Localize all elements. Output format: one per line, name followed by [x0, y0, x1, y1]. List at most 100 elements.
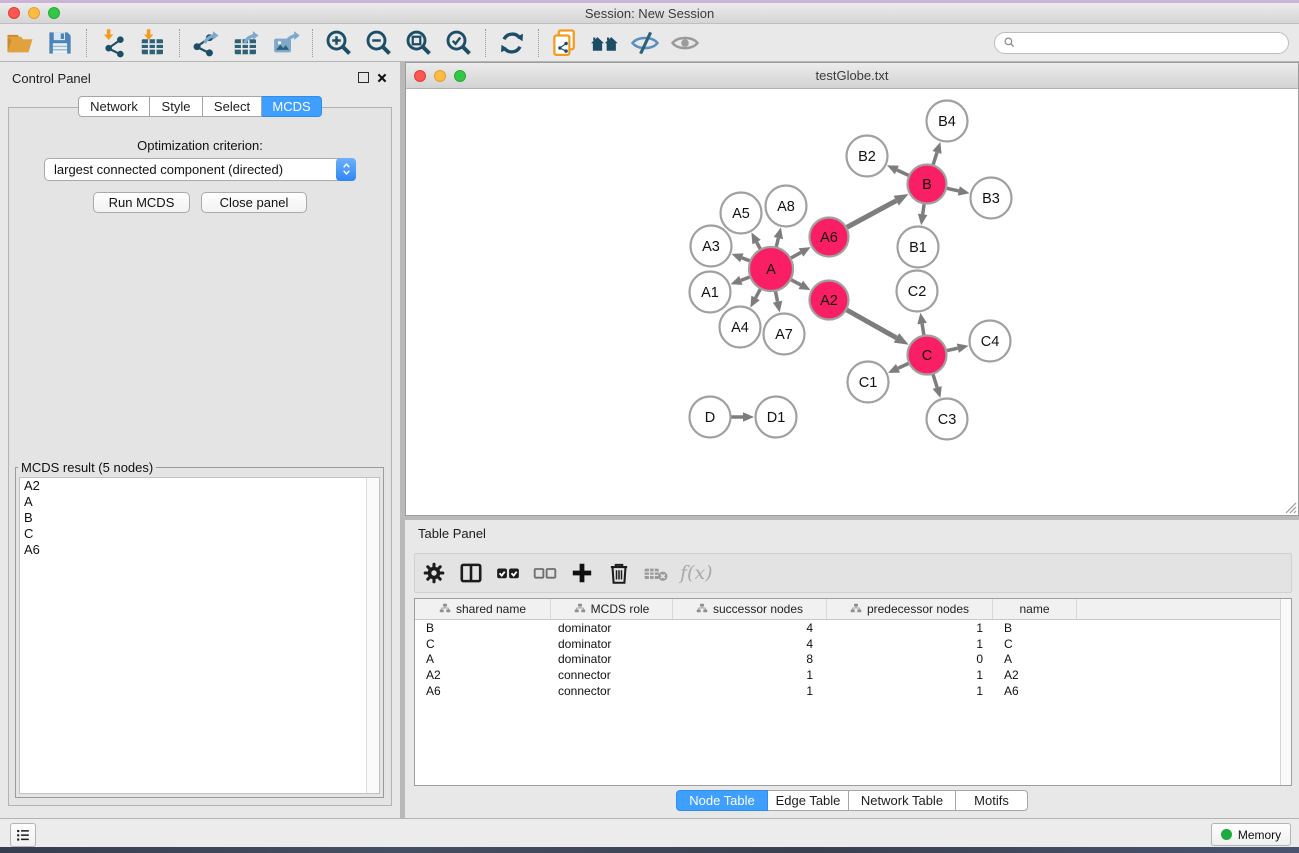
node-A5[interactable]: A5: [721, 193, 762, 234]
tab-edge-table[interactable]: Edge Table: [768, 790, 849, 811]
table-cell[interactable]: 1: [673, 684, 827, 698]
tab-network[interactable]: Network: [78, 96, 150, 117]
table-cell[interactable]: A6: [993, 684, 1077, 698]
node-A[interactable]: A: [749, 247, 793, 291]
settings-button[interactable]: [415, 556, 452, 590]
table-row[interactable]: Cdominator41C: [415, 636, 1291, 652]
delete-rows-button[interactable]: [600, 556, 637, 590]
export-network-button[interactable]: [186, 26, 226, 60]
zoom-out-button[interactable]: [359, 26, 399, 60]
task-history-button[interactable]: [10, 823, 36, 847]
table-cell[interactable]: B: [993, 621, 1077, 635]
table-cell[interactable]: dominator: [551, 652, 673, 666]
tab-style[interactable]: Style: [150, 96, 203, 117]
table-cell[interactable]: dominator: [551, 621, 673, 635]
resize-grip-icon[interactable]: [1284, 501, 1297, 514]
add-column-button[interactable]: [563, 556, 600, 590]
column-header-predecessor-nodes[interactable]: predecessor nodes: [827, 599, 993, 619]
table-cell[interactable]: 1: [827, 668, 993, 682]
node-A1[interactable]: A1: [690, 272, 731, 313]
table-cell[interactable]: A: [993, 652, 1077, 666]
table-row[interactable]: A2connector11A2: [415, 667, 1291, 683]
table-cell[interactable]: 8: [673, 652, 827, 666]
table-cell[interactable]: 4: [673, 621, 827, 635]
table-cell[interactable]: A6: [415, 684, 551, 698]
tab-motifs[interactable]: Motifs: [956, 790, 1028, 811]
column-header-shared-name[interactable]: shared name: [415, 599, 551, 619]
table-row[interactable]: A6connector11A6: [415, 683, 1291, 699]
mcds-result-item[interactable]: A2: [20, 478, 379, 494]
result-list-scrollbar[interactable]: [366, 478, 379, 793]
table-cell[interactable]: 1: [827, 684, 993, 698]
refresh-button[interactable]: [492, 26, 532, 60]
close-panel-icon[interactable]: [376, 72, 388, 84]
export-image-button[interactable]: [266, 26, 306, 60]
deselect-all-button[interactable]: [526, 556, 563, 590]
tab-network-table[interactable]: Network Table: [849, 790, 956, 811]
table-cell[interactable]: B: [415, 621, 551, 635]
new-network-from-selection-button[interactable]: [545, 26, 585, 60]
table-row[interactable]: Adominator80A: [415, 651, 1291, 667]
node-A2[interactable]: A2: [810, 281, 849, 320]
table-row[interactable]: Bdominator41B: [415, 620, 1291, 636]
mcds-result-item[interactable]: B: [20, 510, 379, 526]
table-cell[interactable]: 1: [673, 668, 827, 682]
table-cell[interactable]: C: [993, 637, 1077, 651]
import-table-button[interactable]: [133, 26, 173, 60]
node-D[interactable]: D: [690, 397, 731, 438]
export-table-button[interactable]: [226, 26, 266, 60]
table-cell[interactable]: 1: [827, 621, 993, 635]
split-view-button[interactable]: [452, 556, 489, 590]
table-cell[interactable]: A2: [415, 668, 551, 682]
search-input[interactable]: [994, 32, 1289, 54]
import-network-button[interactable]: [93, 26, 133, 60]
tab-node-table[interactable]: Node Table: [676, 790, 768, 811]
node-B3[interactable]: B3: [971, 178, 1012, 219]
node-A8[interactable]: A8: [766, 186, 807, 227]
node-D1[interactable]: D1: [756, 397, 797, 438]
node-C[interactable]: C: [908, 336, 947, 375]
zoom-in-button[interactable]: [319, 26, 359, 60]
table-cell[interactable]: dominator: [551, 637, 673, 651]
select-all-button[interactable]: [489, 556, 526, 590]
table-cell[interactable]: connector: [551, 684, 673, 698]
column-header-successor-nodes[interactable]: successor nodes: [673, 599, 827, 619]
table-scrollbar[interactable]: [1280, 599, 1291, 785]
network-home-button[interactable]: [585, 26, 625, 60]
save-session-button[interactable]: [40, 26, 80, 60]
tab-mcds[interactable]: MCDS: [262, 96, 322, 117]
node-A6[interactable]: A6: [810, 218, 849, 257]
memory-button[interactable]: Memory: [1211, 823, 1291, 846]
node-A3[interactable]: A3: [691, 226, 732, 267]
column-header-MCDS-role[interactable]: MCDS role: [551, 599, 673, 619]
table-cell[interactable]: A: [415, 652, 551, 666]
zoom-fit-button[interactable]: [399, 26, 439, 60]
node-C4[interactable]: C4: [970, 321, 1011, 362]
table-cell[interactable]: connector: [551, 668, 673, 682]
node-C3[interactable]: C3: [927, 399, 968, 440]
open-session-button[interactable]: [0, 26, 40, 60]
column-header-name[interactable]: name: [993, 599, 1077, 619]
node-A7[interactable]: A7: [764, 314, 805, 355]
table-cell[interactable]: 1: [827, 637, 993, 651]
table-cell[interactable]: 0: [827, 652, 993, 666]
node-B[interactable]: B: [908, 165, 947, 204]
network-canvas[interactable]: AA1A2A3A4A5A6A7A8BB1B2B3B4CC1C2C3C4DD1: [406, 89, 1298, 515]
table-cell[interactable]: A2: [993, 668, 1077, 682]
node-B1[interactable]: B1: [898, 227, 939, 268]
table-cell[interactable]: C: [415, 637, 551, 651]
run-mcds-button[interactable]: Run MCDS: [93, 192, 190, 213]
float-panel-icon[interactable]: [358, 72, 369, 83]
show-panel-button[interactable]: [665, 26, 705, 60]
node-B4[interactable]: B4: [927, 101, 968, 142]
table-cell[interactable]: 4: [673, 637, 827, 651]
node-C1[interactable]: C1: [848, 362, 889, 403]
close-panel-button[interactable]: Close panel: [201, 192, 307, 213]
zoom-selected-button[interactable]: [439, 26, 479, 60]
optimization-criterion-dropdown[interactable]: largest connected component (directed): [44, 158, 356, 181]
mcds-result-item[interactable]: A: [20, 494, 379, 510]
mcds-result-item[interactable]: C: [20, 526, 379, 542]
hide-panel-button[interactable]: [625, 26, 665, 60]
node-A4[interactable]: A4: [720, 307, 761, 348]
node-C2[interactable]: C2: [897, 271, 938, 312]
